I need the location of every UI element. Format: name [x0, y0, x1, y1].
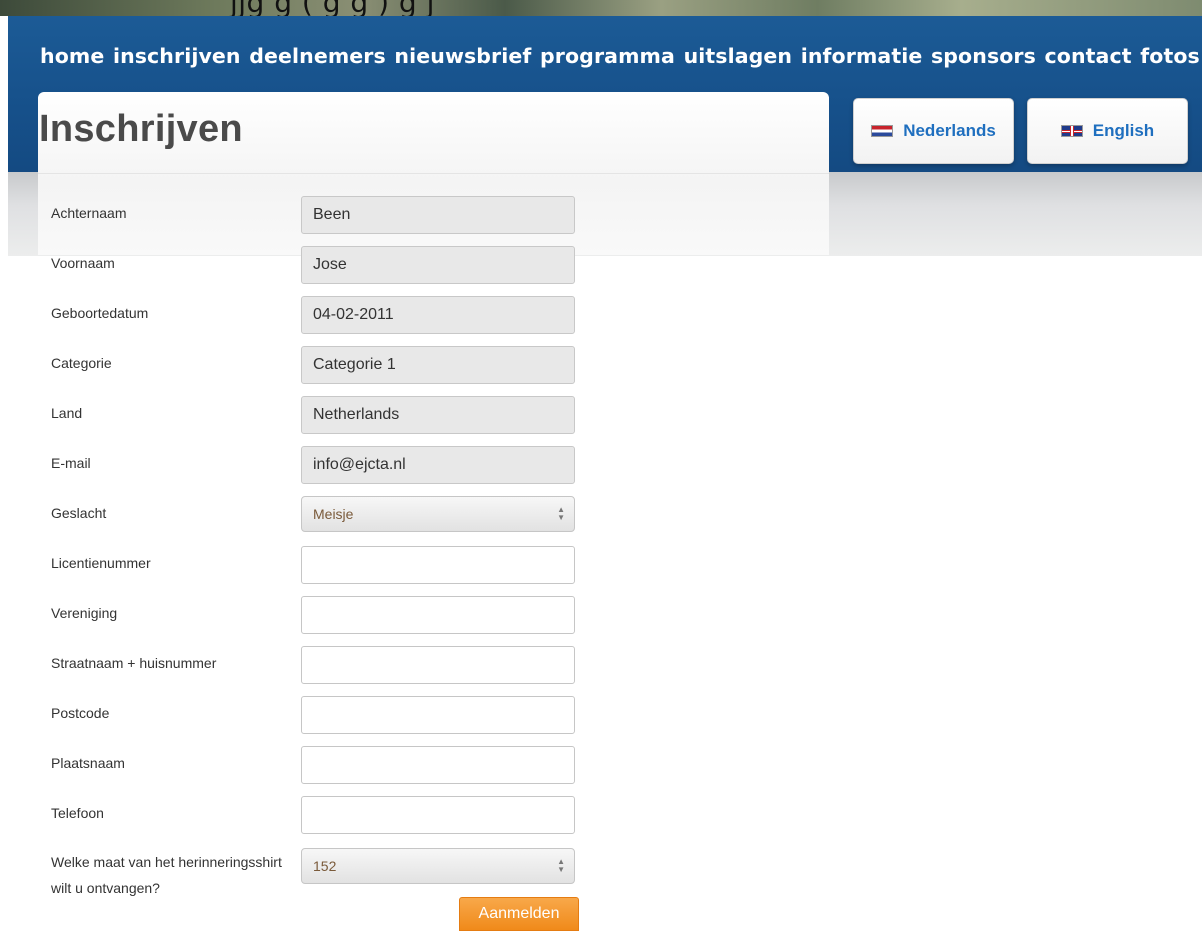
main-nav: home inschrijven deelnemers nieuwsbrief …	[40, 44, 1202, 72]
postcode-field[interactable]	[301, 696, 575, 734]
geboortedatum-field[interactable]: 04-02-2011	[301, 296, 575, 334]
nav-uitslagen[interactable]: uitslagen	[684, 44, 793, 72]
straatnaam-label: Straatnaam + huisnummer	[51, 655, 217, 671]
geslacht-select[interactable]: Meisje ▲ ▼	[301, 496, 575, 532]
plaatsnaam-label: Plaatsnaam	[51, 755, 125, 771]
vereniging-label: Vereniging	[51, 605, 118, 621]
panel-divider	[38, 173, 829, 174]
land-label: Land	[51, 405, 83, 421]
geslacht-label: Geslacht	[51, 505, 107, 521]
select-arrows-icon: ▲ ▼	[557, 857, 565, 874]
nav-inschrijven[interactable]: inschrijven	[113, 44, 241, 72]
voornaam-label: Voornaam	[51, 255, 115, 271]
email-field[interactable]: info@ejcta.nl	[301, 446, 575, 484]
geslacht-selected-value: Meisje	[313, 506, 354, 522]
land-field[interactable]: Netherlands	[301, 396, 575, 434]
nav-nieuwsbrief[interactable]: nieuwsbrief	[394, 44, 531, 72]
plaatsnaam-field[interactable]	[301, 746, 575, 784]
nav-fotos[interactable]: fotos	[1140, 44, 1200, 72]
voornaam-field[interactable]: Jose	[301, 246, 575, 284]
licentienummer-label: Licentienummer	[51, 555, 151, 571]
categorie-field[interactable]: Categorie 1	[301, 346, 575, 384]
vereniging-field[interactable]	[301, 596, 575, 634]
uk-flag-icon	[1060, 125, 1083, 137]
nav-sponsors[interactable]: sponsors	[931, 44, 1036, 72]
telefoon-field[interactable]	[301, 796, 575, 834]
licentienummer-field[interactable]	[301, 546, 575, 584]
header-photo-strip: jjg g ( g g ) g j	[0, 0, 1202, 16]
categorie-label: Categorie	[51, 355, 112, 371]
email-label: E-mail	[51, 455, 91, 471]
shirtmaat-label: Welke maat van het herinneringsshirt wil…	[51, 854, 282, 896]
geboortedatum-label: Geboortedatum	[51, 305, 149, 321]
header-photo-text: jjg g ( g g ) g j	[230, 0, 435, 16]
nav-informatie[interactable]: informatie	[801, 44, 923, 72]
telefoon-label: Telefoon	[51, 805, 104, 821]
straatnaam-field[interactable]	[301, 646, 575, 684]
achternaam-label: Achternaam	[51, 205, 127, 221]
shirtmaat-select[interactable]: 152 ▲ ▼	[301, 848, 575, 884]
postcode-label: Postcode	[51, 705, 110, 721]
language-dutch-label: Nederlands	[903, 121, 996, 140]
language-english-button[interactable]: English	[1027, 98, 1188, 164]
achternaam-field[interactable]: Been	[301, 196, 575, 234]
shirtmaat-selected-value: 152	[313, 858, 337, 874]
language-english-label: English	[1092, 121, 1155, 140]
select-arrows-icon: ▲ ▼	[557, 505, 565, 522]
nav-home[interactable]: home	[40, 44, 104, 72]
nav-deelnemers[interactable]: deelnemers	[249, 44, 386, 72]
dutch-flag-icon	[871, 125, 894, 137]
page-title: Inschrijven	[39, 108, 243, 150]
nav-programma[interactable]: programma	[540, 44, 675, 72]
aanmelden-button[interactable]: Aanmelden	[459, 897, 579, 931]
language-dutch-button[interactable]: Nederlands	[853, 98, 1014, 164]
nav-contact[interactable]: contact	[1045, 44, 1132, 72]
